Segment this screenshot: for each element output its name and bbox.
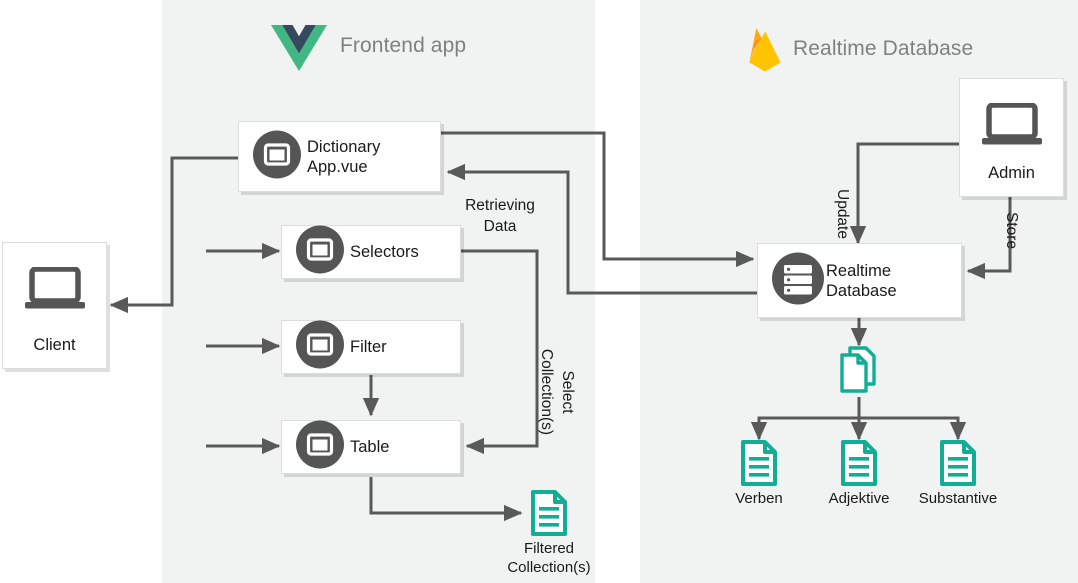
laptop-icon	[980, 102, 1044, 152]
node-admin[interactable]: Admin	[959, 78, 1064, 197]
component-icon	[296, 225, 344, 279]
node-verben[interactable]: Verben	[731, 439, 787, 511]
node-filtered-collections[interactable]: Filtered Collection(s)	[507, 489, 591, 579]
panel-frontend-app-title: Frontend app	[340, 34, 467, 57]
node-filter-label: Filter	[350, 338, 387, 356]
node-realtime-database-label: Realtime Database	[826, 261, 897, 300]
node-admin-label: Admin	[988, 164, 1035, 182]
node-collections[interactable]	[831, 345, 887, 399]
edge-label-retrieving-data: Retrieving Data	[465, 197, 535, 235]
node-filter[interactable]: Filter	[281, 320, 461, 374]
node-client-label: Client	[33, 336, 76, 354]
document-icon	[837, 439, 881, 492]
diagram-canvas: Frontend app Realtime Database Client Di…	[0, 0, 1078, 583]
laptop-icon	[23, 266, 87, 316]
vue-logo	[271, 25, 327, 71]
node-selectors[interactable]: Selectors	[281, 225, 461, 279]
node-filtered-collections-label: Filtered Collection(s)	[507, 540, 591, 576]
documents-icon	[833, 345, 885, 402]
document-icon	[527, 489, 571, 542]
node-table[interactable]: Table	[281, 420, 461, 474]
node-table-label: Table	[350, 438, 390, 456]
node-selectors-label: Selectors	[350, 243, 419, 261]
node-verben-label: Verben	[735, 490, 783, 507]
database-icon	[772, 252, 824, 309]
edge-label-select-collections: Select Collection(s)	[538, 348, 576, 436]
component-icon	[253, 130, 301, 183]
node-adjektive-label: Adjektive	[828, 490, 890, 507]
node-realtime-database[interactable]: Realtime Database	[757, 243, 962, 318]
document-icon	[737, 439, 781, 492]
node-client[interactable]: Client	[2, 242, 107, 369]
panel-realtime-database-title: Realtime Database	[793, 37, 974, 60]
document-icon	[936, 439, 980, 492]
edge-label-store: Store	[1003, 212, 1020, 250]
node-substantive[interactable]: Substantive	[919, 439, 997, 511]
node-adjektive[interactable]: Adjektive	[828, 439, 890, 511]
edge-label-update: Update	[834, 189, 851, 239]
component-icon	[296, 420, 344, 474]
node-substantive-label: Substantive	[918, 490, 998, 507]
node-dictionary-app-vue[interactable]: Dictionary App.vue	[238, 121, 441, 192]
node-dictionary-app-vue-label: Dictionary App.vue	[307, 137, 381, 176]
component-icon	[296, 320, 344, 374]
firebase-logo	[745, 25, 785, 73]
